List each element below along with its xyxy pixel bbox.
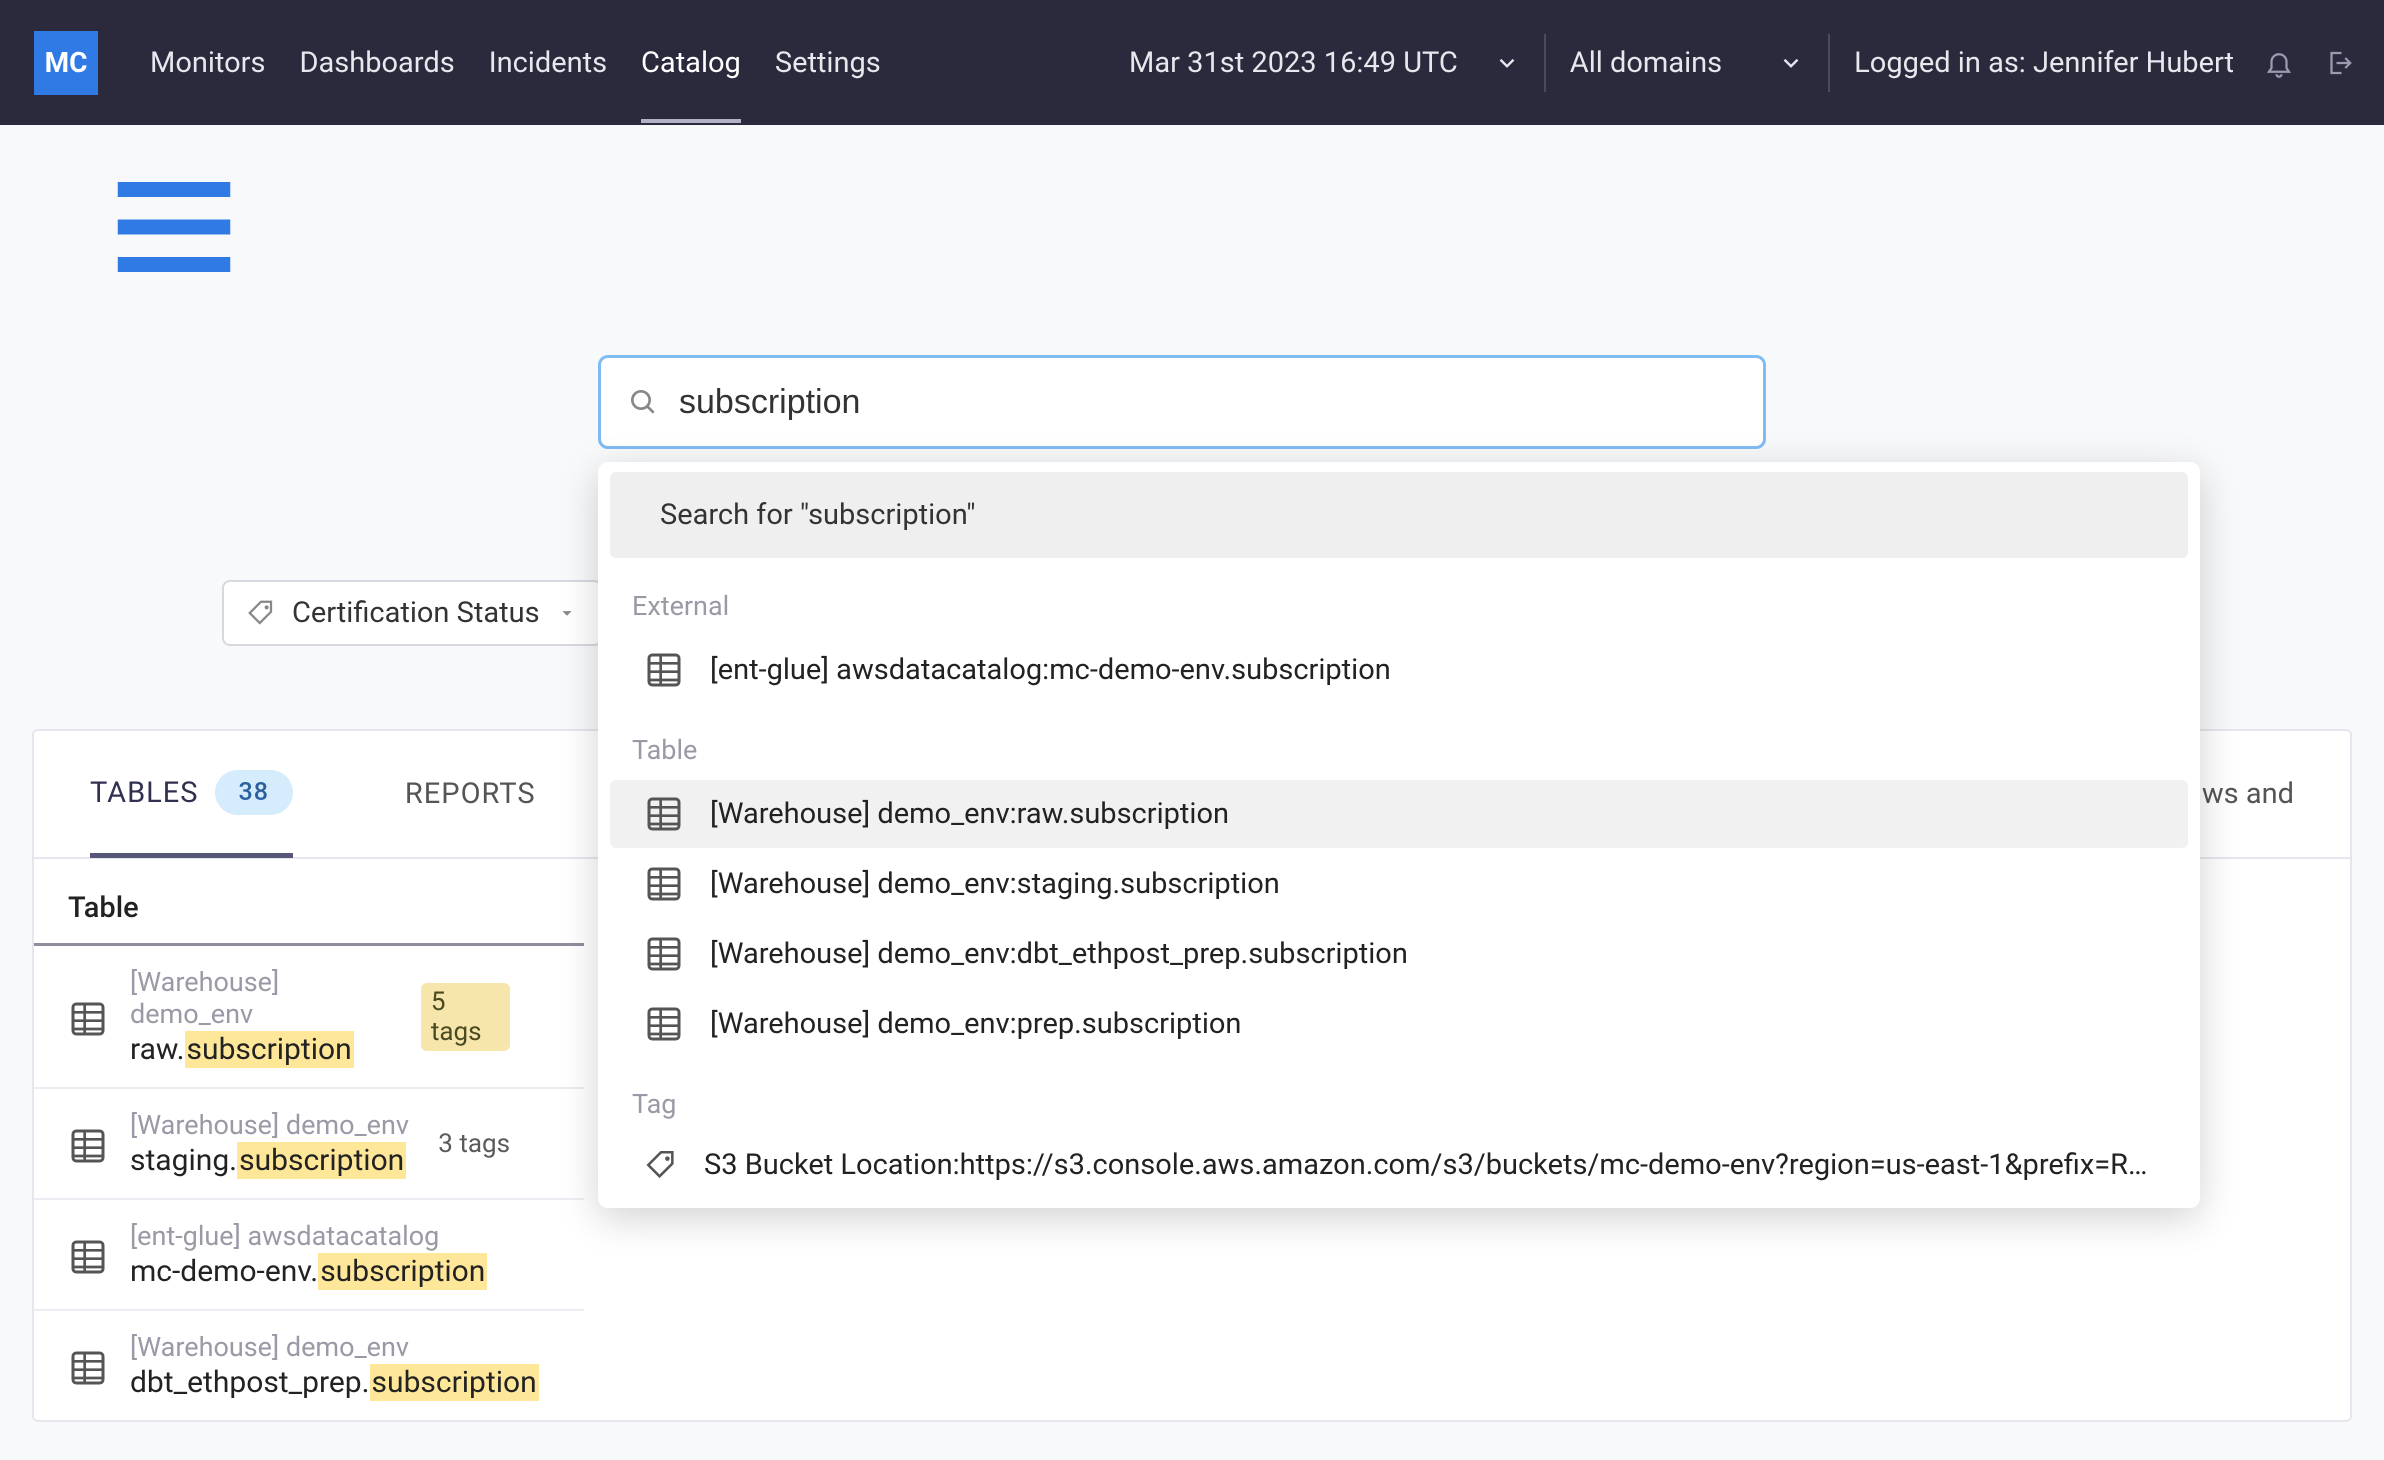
autocomplete-section-header-tag: Tag	[598, 1060, 2200, 1132]
caret-down-icon	[556, 602, 578, 624]
nav-link-monitors[interactable]: Monitors	[150, 3, 265, 123]
table-row[interactable]: [Warehouse] demo_env staging.subscriptio…	[34, 1089, 584, 1200]
row-tags-count: 3 tags	[438, 1129, 510, 1159]
row-source: [Warehouse] demo_env	[130, 1109, 409, 1141]
table-icon	[644, 934, 684, 974]
autocomplete-item-label: [Warehouse] demo_env:prep.subscription	[710, 1007, 1241, 1041]
search-input[interactable]	[679, 383, 1737, 422]
row-name: raw.subscription	[130, 1032, 399, 1067]
tab-label: TABLES	[90, 776, 199, 810]
row-name: dbt_ethpost_prep.subscription	[130, 1365, 539, 1400]
autocomplete-item[interactable]: [Warehouse] demo_env:dbt_ethpost_prep.su…	[610, 920, 2188, 988]
hamburger-menu-button[interactable]	[24, 152, 60, 188]
tab-tables[interactable]: TABLES 38	[90, 732, 293, 858]
search-autocomplete-dropdown: Search for "subscription" External [ent-…	[598, 462, 2200, 1208]
logout-icon[interactable]	[2324, 48, 2354, 78]
autocomplete-section-header-table: Table	[598, 706, 2200, 778]
row-source: [ent-glue] awsdatacatalog	[130, 1220, 487, 1252]
logged-in-user: Logged in as: Jennifer Hubert	[1854, 46, 2354, 80]
row-source: [Warehouse] demo_env	[130, 1331, 539, 1363]
table-row[interactable]: [Warehouse] demo_env raw.subscription 5 …	[34, 946, 584, 1089]
tag-icon	[246, 598, 276, 628]
app-logo[interactable]: MC	[34, 31, 98, 95]
bell-icon[interactable]	[2264, 48, 2294, 78]
tag-icon	[644, 1148, 678, 1182]
table-row[interactable]: [Warehouse] demo_env dbt_ethpost_prep.su…	[34, 1311, 584, 1420]
nav-link-incidents[interactable]: Incidents	[489, 3, 607, 123]
certification-status-label: Certification Status	[292, 596, 540, 630]
divider	[1544, 34, 1546, 92]
search-for-row[interactable]: Search for "subscription"	[610, 472, 2188, 558]
tab-reports[interactable]: REPORTS	[405, 731, 536, 857]
search-icon	[627, 386, 659, 418]
chevron-down-icon	[1778, 50, 1804, 76]
username: Jennifer Hubert	[2033, 46, 2234, 80]
domain-selector[interactable]: All domains	[1570, 46, 1804, 80]
truncated-text: ws and	[2202, 777, 2294, 811]
nav-link-settings[interactable]: Settings	[775, 3, 881, 123]
autocomplete-item-label: [Warehouse] demo_env:raw.subscription	[710, 797, 1229, 831]
autocomplete-item[interactable]: S3 Bucket Location:https://s3.console.aw…	[610, 1134, 2188, 1196]
autocomplete-item-label: [ent-glue] awsdatacatalog:mc-demo-env.su…	[710, 653, 1391, 687]
timezone-selector[interactable]: Mar 31st 2023 16:49 UTC	[1129, 46, 1520, 80]
autocomplete-item[interactable]: [ent-glue] awsdatacatalog:mc-demo-env.su…	[610, 636, 2188, 704]
autocomplete-item[interactable]: [Warehouse] demo_env:raw.subscription	[610, 780, 2188, 848]
tab-label: REPORTS	[405, 777, 536, 811]
row-source: [Warehouse] demo_env	[130, 966, 399, 1030]
primary-nav: Monitors Dashboards Incidents Catalog Se…	[150, 3, 881, 123]
autocomplete-item[interactable]: [Warehouse] demo_env:prep.subscription	[610, 990, 2188, 1058]
autocomplete-item-label: [Warehouse] demo_env:dbt_ethpost_prep.su…	[710, 937, 1408, 971]
autocomplete-item-label: S3 Bucket Location:https://s3.console.aw…	[704, 1148, 2154, 1182]
table-icon	[68, 999, 108, 1039]
table-icon	[644, 650, 684, 690]
certification-status-filter[interactable]: Certification Status	[222, 580, 602, 646]
table-icon	[68, 1348, 108, 1388]
row-name: staging.subscription	[130, 1143, 409, 1178]
search-box[interactable]	[598, 355, 1766, 449]
row-tags-count: 5 tags	[421, 983, 510, 1051]
autocomplete-item[interactable]: [Warehouse] demo_env:staging.subscriptio…	[610, 850, 2188, 918]
row-name: mc-demo-env.subscription	[130, 1254, 487, 1289]
nav-link-catalog[interactable]: Catalog	[641, 3, 741, 123]
table-icon	[68, 1126, 108, 1166]
column-header-table: Table	[34, 859, 584, 946]
table-icon	[68, 1237, 108, 1277]
table-icon	[644, 794, 684, 834]
autocomplete-section-header-external: External	[598, 562, 2200, 634]
chevron-down-icon	[1494, 50, 1520, 76]
tab-count-badge: 38	[215, 770, 293, 815]
table-row[interactable]: [ent-glue] awsdatacatalog mc-demo-env.su…	[34, 1200, 584, 1311]
table-icon	[644, 1004, 684, 1044]
domain-selector-label: All domains	[1570, 46, 1722, 80]
divider	[1828, 34, 1830, 92]
top-navbar: MC Monitors Dashboards Incidents Catalog…	[0, 0, 2384, 125]
autocomplete-item-label: [Warehouse] demo_env:staging.subscriptio…	[710, 867, 1280, 901]
nav-link-dashboards[interactable]: Dashboards	[299, 3, 454, 123]
timestamp-text: Mar 31st 2023 16:49 UTC	[1129, 46, 1458, 80]
table-icon	[644, 864, 684, 904]
